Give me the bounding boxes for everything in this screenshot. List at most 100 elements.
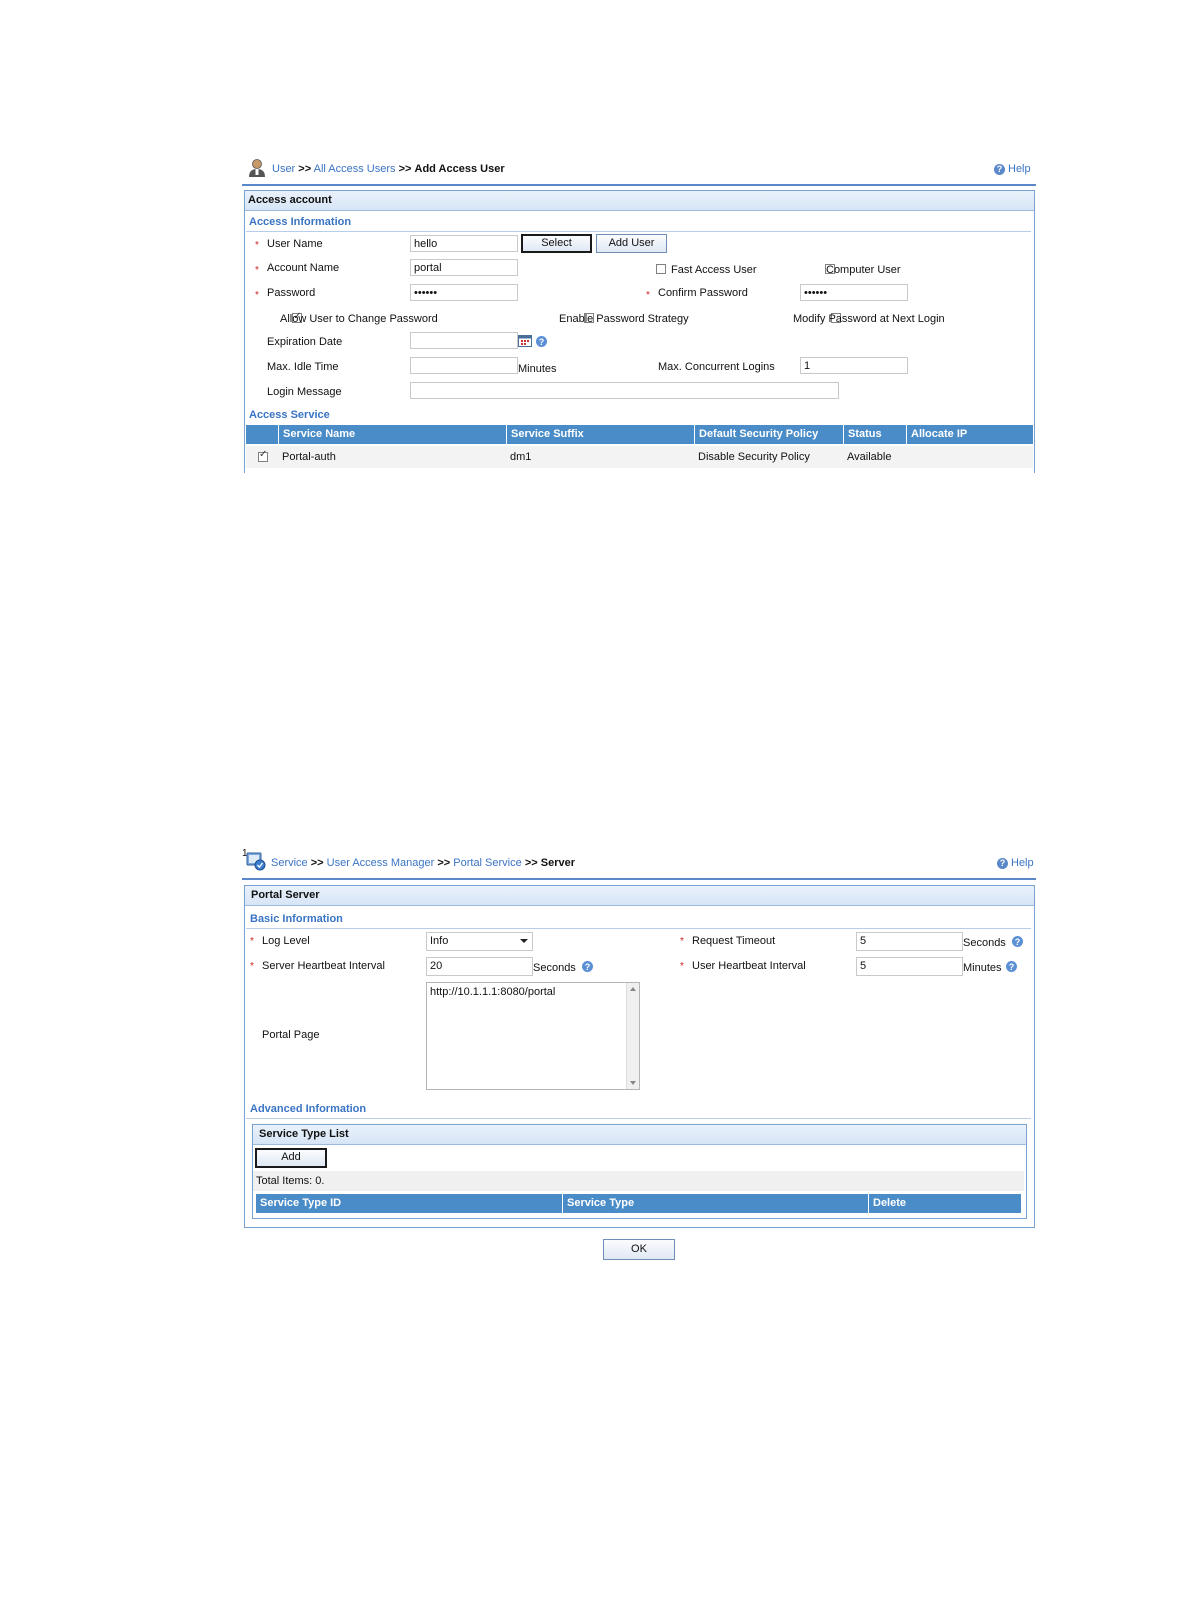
status-cell: Available	[847, 451, 892, 463]
portal-page-label: Portal Page	[262, 1029, 320, 1041]
breadcrumb: Service >> User Access Manager >> Portal…	[271, 857, 575, 869]
required-marker: *	[250, 936, 254, 947]
column-default-security-policy: Default Security Policy	[694, 425, 843, 444]
column-allocate-ip: Allocate IP	[906, 425, 1033, 444]
service-table-header: Service Name Service Suffix Default Secu…	[246, 425, 1033, 444]
user-name-input[interactable]: hello	[410, 235, 518, 252]
service-suffix-cell: dm1	[510, 451, 532, 463]
help-link[interactable]: ? Help	[994, 163, 1031, 175]
server-heartbeat-interval-label: Server Heartbeat Interval	[262, 960, 385, 972]
total-items-text: Total Items: 0.	[256, 1175, 325, 1187]
required-marker: *	[255, 240, 259, 251]
allow-change-password-label: Allow User to Change Password	[280, 313, 438, 325]
access-user-screen: User >> All Access Users >> Add Access U…	[0, 0, 1190, 473]
calendar-icon[interactable]	[518, 335, 532, 347]
fast-access-user-label: Fast Access User	[671, 264, 757, 276]
breadcrumb-current: Add Access User	[414, 163, 505, 175]
help-icon[interactable]: ?	[582, 961, 593, 972]
header-divider	[242, 878, 1036, 880]
breadcrumb-separator: >>	[437, 857, 451, 869]
user-heartbeat-interval-label: User Heartbeat Interval	[692, 960, 806, 972]
help-icon[interactable]: ?	[1012, 936, 1023, 947]
confirm-password-input[interactable]: ••••••	[800, 284, 908, 301]
column-service-name: Service Name	[278, 425, 506, 444]
chevron-down-icon	[520, 939, 528, 943]
add-button[interactable]: Add	[255, 1148, 327, 1168]
fast-access-user-checkbox[interactable]	[656, 264, 666, 274]
breadcrumb-user-access-manager-link[interactable]: User Access Manager	[327, 857, 435, 869]
breadcrumb-separator: >>	[310, 857, 324, 869]
user-heartbeat-interval-input[interactable]: 5	[856, 957, 963, 976]
section-access-service: Access Service	[249, 409, 330, 421]
column-status: Status	[843, 425, 906, 444]
password-label: Password	[267, 287, 316, 299]
required-marker: *	[250, 961, 254, 972]
portal-page-textarea[interactable]: http://10.1.1.1:8080/portal	[426, 982, 640, 1090]
column-service-type: Service Type	[562, 1194, 868, 1213]
breadcrumb-service-link[interactable]: Service	[271, 857, 308, 869]
portal-page-value: http://10.1.1.1:8080/portal	[430, 986, 556, 998]
account-name-label: Account Name	[267, 262, 340, 274]
required-marker: *	[646, 290, 650, 301]
section-divider	[246, 928, 1031, 929]
select-button[interactable]: Select	[521, 234, 592, 253]
help-icon[interactable]: ?	[536, 336, 547, 347]
seconds-unit: Seconds	[533, 962, 576, 974]
max-idle-time-input[interactable]	[410, 357, 518, 374]
service-checkbox[interactable]	[258, 450, 268, 462]
help-icon[interactable]: ?	[1006, 961, 1017, 972]
scrollbar[interactable]	[626, 983, 639, 1089]
login-message-input[interactable]	[410, 382, 839, 399]
request-timeout-input[interactable]: 5	[856, 932, 963, 951]
minutes-unit: Minutes	[518, 363, 557, 375]
server-heartbeat-interval-input[interactable]: 20	[426, 957, 533, 976]
section-access-information: Access Information	[249, 216, 352, 228]
scroll-up-icon[interactable]	[630, 987, 636, 991]
column-delete: Delete	[868, 1194, 1021, 1213]
expiration-date-input[interactable]	[410, 332, 518, 349]
max-concurrent-logins-input[interactable]: 1	[800, 357, 908, 374]
column-service-suffix: Service Suffix	[506, 425, 694, 444]
add-user-button[interactable]: Add User	[596, 234, 667, 253]
confirm-password-label: Confirm Password	[658, 287, 748, 299]
max-idle-time-label: Max. Idle Time	[267, 361, 339, 373]
required-marker: *	[255, 265, 259, 276]
panel-title: Access account	[245, 191, 1034, 211]
account-name-input[interactable]: portal	[410, 259, 518, 276]
max-concurrent-logins-label: Max. Concurrent Logins	[658, 361, 775, 373]
breadcrumb-separator: >>	[398, 163, 412, 175]
request-timeout-label: Request Timeout	[692, 935, 776, 947]
seconds-unit: Seconds	[963, 937, 1006, 949]
modify-password-next-login-label: Modify Password at Next Login	[793, 313, 945, 325]
breadcrumb-separator: >>	[298, 163, 312, 175]
log-level-select[interactable]: Info	[426, 932, 533, 951]
service-type-list-title: Service Type List	[253, 1125, 1026, 1145]
enable-password-strategy-label: Enable Password Strategy	[559, 313, 689, 325]
help-label: Help	[1011, 857, 1034, 869]
required-marker: *	[680, 961, 684, 972]
log-level-value: Info	[430, 935, 449, 947]
breadcrumb-portal-service-link[interactable]: Portal Service	[453, 857, 521, 869]
breadcrumb-all-access-users-link[interactable]: All Access Users	[314, 163, 396, 175]
breadcrumb-user-link[interactable]: User	[272, 163, 295, 175]
breadcrumb-separator: >>	[524, 857, 538, 869]
column-select	[246, 425, 278, 444]
service-icon	[246, 851, 266, 871]
security-policy-cell: Disable Security Policy	[698, 451, 810, 463]
help-link[interactable]: ? Help	[997, 857, 1034, 869]
section-advanced-information: Advanced Information	[250, 1103, 367, 1115]
table-row: Portal-auth dm1 Disable Security Policy …	[246, 446, 1033, 468]
login-message-label: Login Message	[267, 386, 342, 398]
allocate-ip-cell	[906, 446, 1033, 468]
total-items-bar: Total Items: 0.	[253, 1171, 1024, 1191]
breadcrumb: User >> All Access Users >> Add Access U…	[272, 163, 505, 175]
password-input[interactable]: ••••••	[410, 284, 518, 301]
ok-button[interactable]: OK	[603, 1239, 675, 1260]
expiration-date-label: Expiration Date	[267, 336, 343, 348]
breadcrumb-current: Server	[540, 857, 575, 869]
computer-user-label: Computer User	[826, 264, 901, 276]
user-name-label: User Name	[267, 238, 323, 250]
row-checkbox-cell	[246, 446, 278, 468]
help-icon: ?	[994, 163, 1005, 175]
scroll-down-icon[interactable]	[630, 1081, 636, 1085]
